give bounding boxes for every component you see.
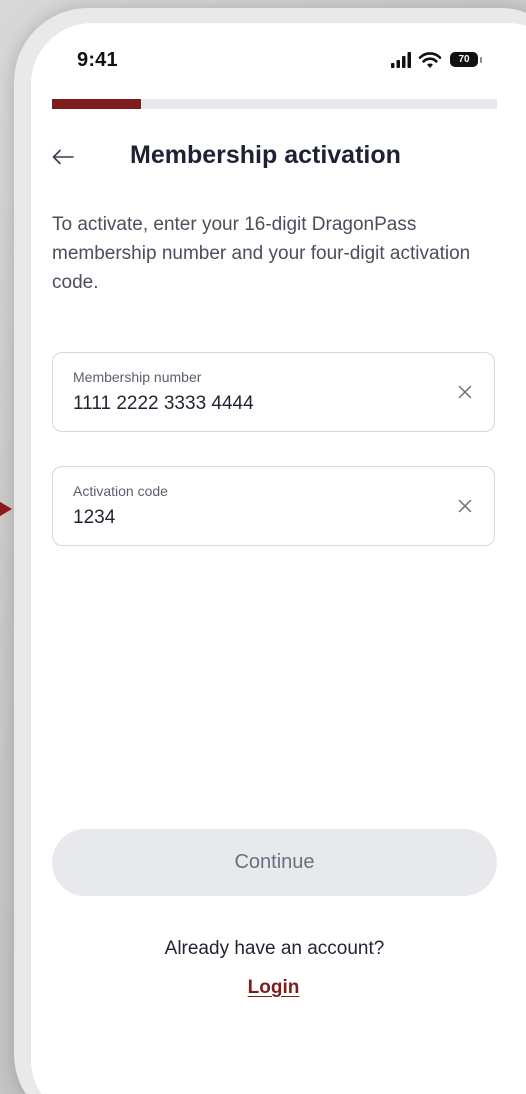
progress-fill [52,99,141,109]
membership-number-label: Membership number [73,369,202,385]
close-icon [458,499,472,513]
login-link[interactable]: Login [226,977,321,999]
activation-code-field[interactable]: Activation code [52,466,495,546]
clear-membership-number-button[interactable] [454,381,476,403]
activation-code-label: Activation code [73,483,168,499]
continue-button[interactable]: Continue [52,829,497,896]
membership-number-input[interactable] [73,393,413,415]
activation-code-input[interactable] [73,507,413,529]
account-prompt: Already have an account? [164,938,385,959]
status-bar: 9:41 70 [30,22,526,102]
close-icon [458,385,472,399]
wifi-icon [418,52,442,68]
battery-cap [480,57,482,63]
instructions-text: To activate, enter your 16-digit DragonP… [52,214,471,293]
battery-level: 70 [458,54,470,65]
side-pointer-icon [0,496,12,522]
battery-icon: 70 [450,51,484,69]
status-time: 9:41 [77,49,118,71]
signal-icon [391,52,411,68]
phone-screen: 9:41 70 Membership activation To activat… [30,22,526,1094]
membership-number-field[interactable]: Membership number [52,352,495,432]
clear-activation-code-button[interactable] [454,495,476,517]
back-button[interactable] [48,142,78,172]
arrow-left-icon [52,149,74,165]
screenshot-canvas: 9:41 70 Membership activation To activat… [0,0,526,1094]
page-title: Membership activation [130,141,401,169]
progress-bar [52,99,497,109]
